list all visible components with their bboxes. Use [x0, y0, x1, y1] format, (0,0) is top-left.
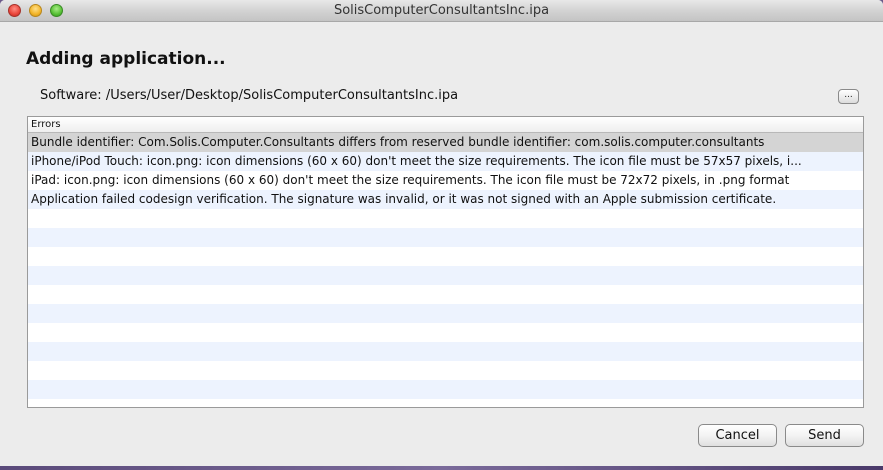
- software-path: /Users/User/Desktop/SolisComputerConsult…: [105, 88, 459, 103]
- dialog-heading: Adding application...: [26, 49, 226, 69]
- error-row[interactable]: [28, 266, 863, 285]
- send-button[interactable]: Send: [785, 424, 864, 447]
- title-bar[interactable]: SolisComputerConsultantsInc.ipa: [0, 0, 883, 22]
- desktop-background: [0, 466, 883, 470]
- error-row[interactable]: [28, 247, 863, 266]
- error-row[interactable]: [28, 285, 863, 304]
- software-label: Software:: [40, 88, 102, 103]
- error-row[interactable]: [28, 304, 863, 323]
- errors-column-header[interactable]: Errors: [28, 117, 863, 133]
- error-row[interactable]: Application failed codesign verification…: [28, 190, 863, 209]
- error-row[interactable]: iPad: icon.png: icon dimensions (60 x 60…: [28, 171, 863, 190]
- error-row[interactable]: [28, 342, 863, 361]
- error-row[interactable]: [28, 209, 863, 228]
- browse-button[interactable]: ...: [838, 89, 859, 104]
- software-row: Software: /Users/User/Desktop/SolisCompu…: [40, 88, 458, 103]
- errors-table[interactable]: Errors Bundle identifier: Com.Solis.Comp…: [27, 116, 864, 408]
- window-title: SolisComputerConsultantsInc.ipa: [333, 3, 550, 18]
- error-row[interactable]: [28, 323, 863, 342]
- errors-rows: Bundle identifier: Com.Solis.Computer.Co…: [28, 133, 863, 399]
- error-row[interactable]: Bundle identifier: Com.Solis.Computer.Co…: [28, 133, 863, 152]
- cancel-button[interactable]: Cancel: [698, 424, 777, 447]
- error-row[interactable]: [28, 380, 863, 399]
- application-loader-window: SolisComputerConsultantsInc.ipa Adding a…: [0, 0, 883, 466]
- error-row[interactable]: [28, 361, 863, 380]
- error-row[interactable]: [28, 228, 863, 247]
- error-row[interactable]: iPhone/iPod Touch: icon.png: icon dimens…: [28, 152, 863, 171]
